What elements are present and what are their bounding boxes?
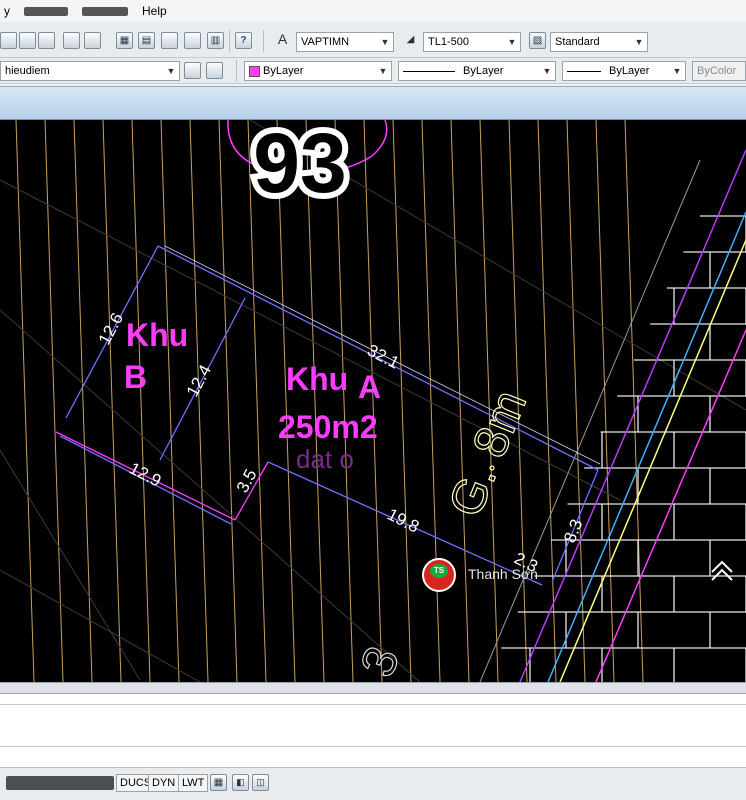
grid-line bbox=[421, 120, 441, 682]
help-icon[interactable]: ? bbox=[235, 32, 252, 49]
plot-style-control[interactable]: ByColor bbox=[692, 61, 746, 81]
dyn-button[interactable]: DYN bbox=[148, 774, 180, 792]
grid-line bbox=[624, 120, 644, 682]
pan-icon[interactable] bbox=[19, 32, 36, 49]
line-sample bbox=[403, 70, 455, 72]
zone-b-label-2: B bbox=[124, 359, 147, 395]
text-style-select[interactable]: VAPTIMN ▼ bbox=[296, 32, 394, 52]
zone-b-label-1: Khu bbox=[126, 317, 188, 353]
plot-number: 93 bbox=[227, 120, 388, 216]
road-label: G. 8m bbox=[439, 383, 537, 524]
table-style-select[interactable]: Standard ▼ bbox=[550, 32, 648, 52]
model-space-icon[interactable]: ▦ bbox=[210, 774, 227, 791]
grid-line bbox=[15, 120, 35, 682]
dimension-gap: 3.5 bbox=[233, 466, 261, 496]
line-sample bbox=[567, 70, 601, 72]
make-layer-current-icon[interactable] bbox=[184, 62, 201, 79]
table-style-icon[interactable]: ▧ bbox=[529, 32, 546, 49]
grid-line bbox=[450, 120, 470, 682]
drawing-canvas[interactable]: 93 12.6 12.4 12.9 32.1 3.5 19.8 8.3 2.3 bbox=[0, 120, 746, 682]
grid-line bbox=[189, 120, 209, 682]
standard-toolbar: ▦ ▤ ▥ ? A VAPTIMN ▼ ◢ TL1-500 ▼ ▧ Standard… bbox=[0, 22, 746, 58]
dimension-b-left: 12.6 bbox=[95, 310, 127, 348]
stack-icon bbox=[711, 560, 733, 581]
linetype-control[interactable]: ByLayer ▼ bbox=[398, 61, 556, 81]
land-code-label: dat o bbox=[296, 444, 354, 474]
calculator-icon[interactable]: ▥ bbox=[207, 32, 224, 49]
chevron-down-icon: ▼ bbox=[507, 37, 517, 47]
layout-icon[interactable]: ◧ bbox=[232, 774, 249, 791]
grid-line bbox=[73, 120, 93, 682]
chevron-down-icon: ▼ bbox=[166, 66, 176, 76]
watermark-badge: TS bbox=[422, 558, 456, 592]
dim-style-icon[interactable]: ◢ bbox=[402, 32, 419, 49]
color-swatch bbox=[249, 65, 260, 77]
design-center-icon[interactable]: ▤ bbox=[138, 32, 155, 49]
properties-icon[interactable]: ▦ bbox=[116, 32, 133, 49]
open-icon[interactable] bbox=[0, 32, 17, 49]
grid-line bbox=[392, 120, 412, 682]
status-bar: DUCS DYN LWT ▦ ◧ ◫ bbox=[0, 768, 746, 800]
chevron-down-icon: ▼ bbox=[380, 37, 390, 47]
menu-item-blurred-1[interactable] bbox=[24, 6, 68, 16]
chevron-down-icon: ▼ bbox=[378, 66, 388, 76]
watermark: TS Thanh Sơn bbox=[422, 558, 562, 594]
text-style-icon[interactable]: A bbox=[274, 32, 291, 49]
layer-previous-icon[interactable] bbox=[206, 62, 223, 79]
grid-line bbox=[537, 120, 557, 682]
area-label: 250m2 bbox=[278, 409, 378, 445]
plot-number-text: 93 bbox=[253, 120, 346, 210]
zoom-window-icon[interactable] bbox=[63, 32, 80, 49]
grid-line bbox=[102, 120, 122, 682]
layers-toolbar: hieudiem ▼ ByLayer ▼ ByLayer ▼ ByLayer ▼ ByC… bbox=[0, 58, 746, 84]
boundary-line bbox=[0, 449, 141, 681]
grid-line bbox=[131, 120, 151, 682]
zoom-realtime-icon[interactable] bbox=[38, 32, 55, 49]
chevron-down-icon: ▼ bbox=[634, 37, 644, 47]
menu-item-view[interactable]: y bbox=[4, 4, 10, 18]
sheet-set-icon[interactable] bbox=[184, 32, 201, 49]
grid-line bbox=[160, 120, 180, 682]
dimension-right: 8.3 bbox=[560, 516, 586, 545]
layer-select[interactable]: hieudiem ▼ bbox=[0, 61, 180, 81]
zone-a-label-1: Khu bbox=[286, 361, 348, 397]
dimension-b-bottom: 12.9 bbox=[126, 459, 164, 491]
annotation-icon[interactable]: ◫ bbox=[252, 774, 269, 791]
grid-line bbox=[566, 120, 586, 682]
drawing-window-titlebar bbox=[0, 86, 746, 120]
brick-hatch bbox=[501, 215, 746, 682]
zoom-previous-icon[interactable] bbox=[84, 32, 101, 49]
dimension-b-right: 12.4 bbox=[183, 362, 215, 400]
horizontal-scrollbar[interactable] bbox=[0, 682, 746, 694]
command-window[interactable] bbox=[0, 694, 746, 768]
badge-text: TS bbox=[430, 564, 448, 578]
chevron-down-icon: ▼ bbox=[542, 66, 552, 76]
chevron-down-icon: ▼ bbox=[672, 66, 682, 76]
zone-a-label-2: A bbox=[358, 369, 381, 405]
status-buttons-blurred[interactable] bbox=[6, 776, 114, 790]
color-control[interactable]: ByLayer ▼ bbox=[244, 61, 392, 81]
lwt-button[interactable]: LWT bbox=[178, 774, 209, 792]
tool-palettes-icon[interactable] bbox=[161, 32, 178, 49]
boundary-line bbox=[0, 569, 201, 682]
dim-style-select[interactable]: TL1-500 ▼ bbox=[423, 32, 521, 52]
watermark-text: Thanh Sơn bbox=[468, 566, 538, 582]
menu-item-help[interactable]: Help bbox=[142, 4, 167, 18]
menu-bar: y Help bbox=[0, 0, 746, 22]
lineweight-control[interactable]: ByLayer ▼ bbox=[562, 61, 686, 81]
dimension-a-bottom: 19.8 bbox=[384, 505, 422, 537]
grid-line bbox=[218, 120, 238, 682]
menu-item-blurred-2[interactable] bbox=[82, 6, 128, 16]
